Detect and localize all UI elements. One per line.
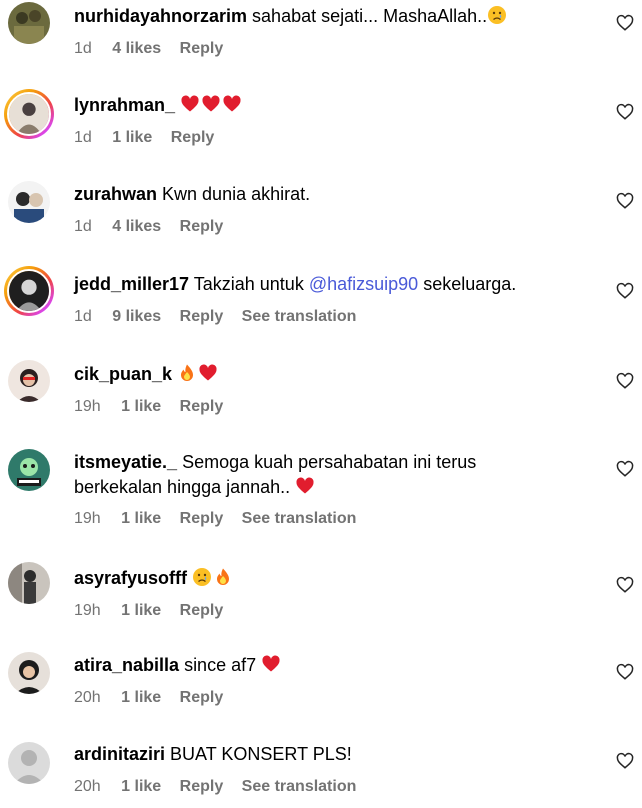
comment-meta: 1d 4 likes Reply <box>74 218 237 236</box>
comment-time: 1d <box>74 308 92 325</box>
heart-outline-icon[interactable] <box>616 752 634 770</box>
comment-text: ardinitaziri BUAT KONSERT PLS! <box>74 744 352 764</box>
red-heart-icon <box>295 476 315 496</box>
comment-meta: 19h 1 like Reply <box>74 398 237 416</box>
comment-text: zurahwan Kwn dunia akhirat. <box>74 184 311 204</box>
comment-list: nurhidayahnorzarim sahabat sejati... Mas… <box>0 0 642 808</box>
crying-face-icon <box>192 567 212 587</box>
reply-button[interactable]: Reply <box>180 689 224 706</box>
comment-time: 1d <box>74 129 92 146</box>
comment-time: 1d <box>74 218 92 235</box>
comment-text: lynrahman_ <box>74 93 594 118</box>
red-heart-icon <box>198 363 218 383</box>
red-heart-icon <box>180 94 200 114</box>
comment-meta: 19h 1 like Reply See translation <box>74 510 370 528</box>
comment-meta: 1d 1 like Reply <box>74 129 228 147</box>
comment-text: nurhidayahnorzarim sahabat sejati... Mas… <box>74 4 594 29</box>
see-translation-button[interactable]: See translation <box>242 778 357 795</box>
likes-count[interactable]: 4 likes <box>112 218 161 235</box>
reply-button[interactable]: Reply <box>171 129 215 146</box>
red-heart-icon <box>261 654 281 674</box>
comment-text: jedd_miller17 Takziah untuk @hafizsuip90… <box>74 274 517 294</box>
heart-outline-icon[interactable] <box>616 192 634 210</box>
avatar[interactable] <box>8 562 50 604</box>
avatar[interactable] <box>4 89 54 139</box>
avatar[interactable] <box>8 449 50 491</box>
reply-button[interactable]: Reply <box>180 778 224 795</box>
reply-button[interactable]: Reply <box>180 398 224 415</box>
avatar[interactable] <box>4 266 54 316</box>
avatar[interactable] <box>8 652 50 694</box>
reply-button[interactable]: Reply <box>180 40 224 57</box>
comment-text: atira_nabilla since af7 <box>74 653 594 678</box>
comment-meta: 19h 1 like Reply <box>74 602 237 620</box>
likes-count[interactable]: 9 likes <box>112 308 161 325</box>
likes-count[interactable]: 1 like <box>121 398 161 415</box>
comment-time: 20h <box>74 778 101 795</box>
heart-outline-icon[interactable] <box>616 663 634 681</box>
likes-count[interactable]: 1 like <box>112 129 152 146</box>
comment-username[interactable]: nurhidayahnorzarim <box>74 6 247 26</box>
likes-count[interactable]: 1 like <box>121 602 161 619</box>
likes-count[interactable]: 4 likes <box>112 40 161 57</box>
reply-button[interactable]: Reply <box>180 510 224 527</box>
fire-icon <box>177 363 197 383</box>
comment-text: asyrafyusofff <box>74 566 594 591</box>
comment-meta: 1d 4 likes Reply <box>74 40 237 58</box>
avatar[interactable] <box>8 360 50 402</box>
heart-outline-icon[interactable] <box>616 282 634 300</box>
reply-button[interactable]: Reply <box>180 218 224 235</box>
fire-icon <box>213 567 233 587</box>
reply-button[interactable]: Reply <box>180 308 224 325</box>
comment-meta: 1d 9 likes Reply See translation <box>74 308 370 326</box>
avatar[interactable] <box>8 181 50 223</box>
comment-meta: 20h 1 like Reply <box>74 689 237 707</box>
heart-outline-icon[interactable] <box>616 372 634 390</box>
comment-time: 1d <box>74 40 92 57</box>
likes-count[interactable]: 1 like <box>121 689 161 706</box>
comment-time: 19h <box>74 510 101 527</box>
comment-time: 19h <box>74 602 101 619</box>
comment-username[interactable]: lynrahman_ <box>74 95 175 115</box>
comment-username[interactable]: ardinitaziri <box>74 744 165 764</box>
likes-count[interactable]: 1 like <box>121 778 161 795</box>
heart-outline-icon[interactable] <box>616 14 634 32</box>
avatar[interactable] <box>8 2 50 44</box>
avatar[interactable] <box>8 742 50 784</box>
comment-username[interactable]: itsmeyatie._ <box>74 452 177 472</box>
comment-username[interactable]: atira_nabilla <box>74 655 179 675</box>
heart-outline-icon[interactable] <box>616 103 634 121</box>
comment-text: cik_puan_k <box>74 362 594 387</box>
comment-text: itsmeyatie._ Semoga kuah persahabatan in… <box>74 452 477 497</box>
red-heart-icon <box>222 94 242 114</box>
mention-link[interactable]: @hafizsuip90 <box>309 274 418 294</box>
comment-username[interactable]: jedd_miller17 <box>74 274 189 294</box>
comment-username[interactable]: asyrafyusofff <box>74 568 187 588</box>
reply-button[interactable]: Reply <box>180 602 224 619</box>
comment-time: 20h <box>74 689 101 706</box>
see-translation-button[interactable]: See translation <box>242 510 357 527</box>
heart-outline-icon[interactable] <box>616 576 634 594</box>
comment-meta: 20h 1 like Reply See translation <box>74 778 370 796</box>
see-translation-button[interactable]: See translation <box>242 308 357 325</box>
crying-face-icon <box>487 5 507 25</box>
likes-count[interactable]: 1 like <box>121 510 161 527</box>
comment-username[interactable]: cik_puan_k <box>74 364 172 384</box>
red-heart-icon <box>201 94 221 114</box>
comment-username[interactable]: zurahwan <box>74 184 157 204</box>
heart-outline-icon[interactable] <box>616 460 634 478</box>
comment-time: 19h <box>74 398 101 415</box>
